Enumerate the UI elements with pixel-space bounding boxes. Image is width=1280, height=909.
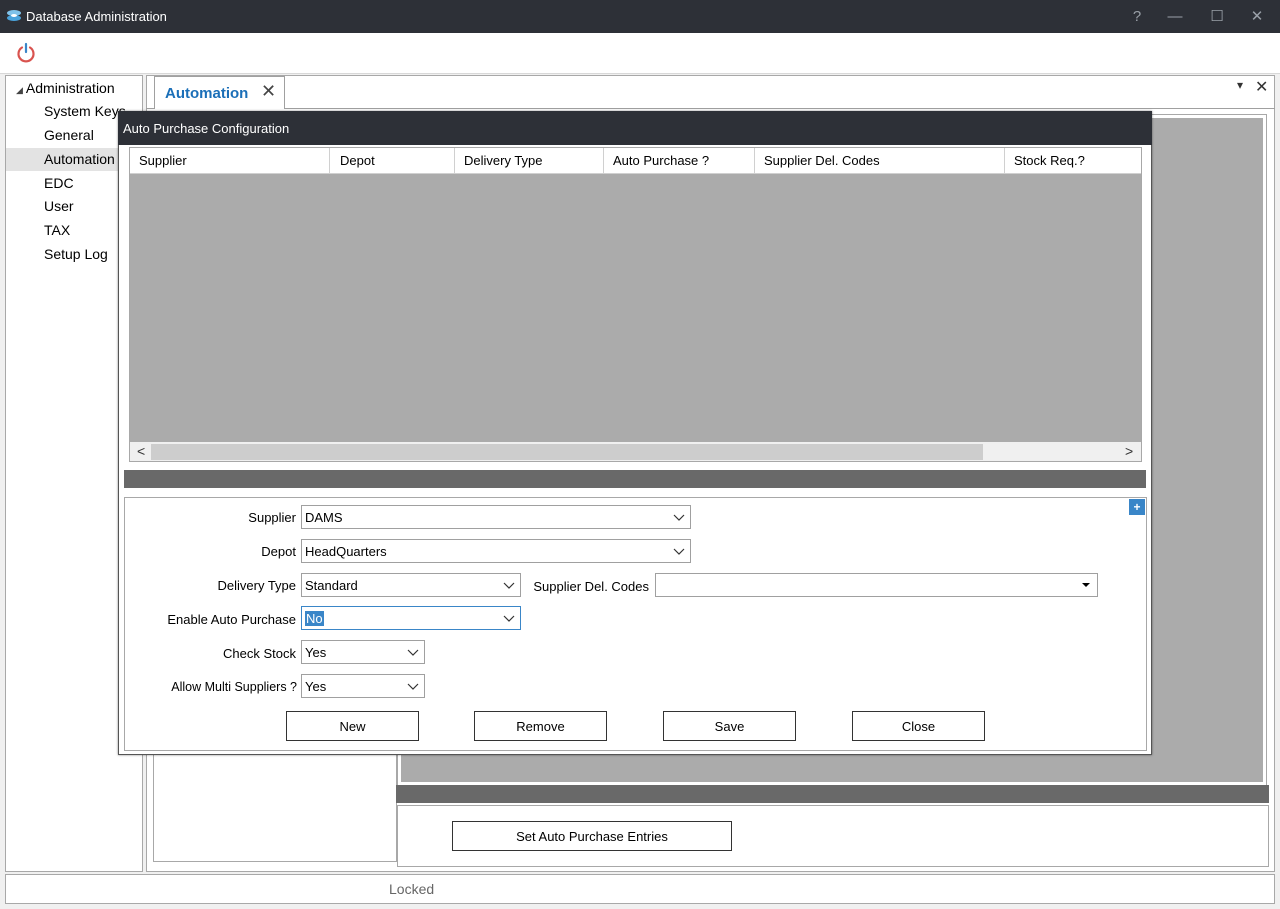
grid-horizontal-scrollbar[interactable]: < > [130,442,1141,461]
dropdown-arrow-icon [1082,583,1090,587]
enable-auto-purchase-label: Enable Auto Purchase [167,612,296,627]
help-button[interactable]: ? [1122,6,1152,28]
tree-root-label: Administration [25,80,115,96]
status-text: Locked [389,881,435,897]
tree-root[interactable]: ◢ Administration [16,80,115,96]
close-dialog-button[interactable]: Close [852,711,985,741]
chevron-down-icon [503,615,515,622]
column-supplier[interactable]: Supplier [130,148,330,174]
depot-value: HeadQuarters [305,544,387,559]
supplier-value: DAMS [305,510,343,525]
delivery-type-label: Delivery Type [217,578,296,593]
check-stock-label: Check Stock [223,646,296,661]
allow-multi-suppliers-label: Allow Multi Suppliers ? [171,680,297,694]
tab-label: Automation [165,85,249,102]
remove-button[interactable]: Remove [474,711,607,741]
tab-strip-divider [146,108,1275,109]
power-icon[interactable] [15,42,37,64]
scroll-right-icon[interactable]: > [1125,443,1133,459]
delivery-type-select[interactable]: Standard [301,573,521,597]
panel-close-icon[interactable]: ✕ [1255,77,1268,97]
collapse-icon[interactable]: ◢ [16,85,23,95]
set-auto-purchase-button[interactable]: Set Auto Purchase Entries [452,821,732,851]
chevron-down-icon [407,649,419,656]
column-supplier-del-codes[interactable]: Supplier Del. Codes [755,148,1005,174]
title-bar: Database Administration ? — ☐ ✕ [0,0,1280,33]
allow-multi-suppliers-value: Yes [305,679,327,694]
column-auto-purchase[interactable]: Auto Purchase ? [604,148,755,174]
expand-button[interactable]: + [1129,499,1145,515]
auto-purchase-grid[interactable]: Supplier Depot Delivery Type Auto Purcha… [129,147,1142,462]
maximize-button[interactable]: ☐ [1202,6,1232,28]
depot-select[interactable]: HeadQuarters [301,539,691,563]
save-button[interactable]: Save [663,711,796,741]
panel-dropdown-icon[interactable]: ▾ [1237,78,1243,92]
dialog-title-bar: Auto Purchase Configuration [118,111,1152,145]
supplier-label: Supplier [248,510,296,525]
scroll-left-icon[interactable]: < [137,443,145,459]
minimize-button[interactable]: — [1160,6,1190,28]
enable-auto-purchase-value: No [305,611,324,626]
depot-label: Depot [261,544,296,559]
check-stock-value: Yes [305,645,327,660]
splitter-bar[interactable] [396,785,1269,803]
chevron-down-icon [503,582,515,589]
grid-header: Supplier Depot Delivery Type Auto Purcha… [130,148,1141,174]
chevron-down-icon [407,683,419,690]
supplier-select[interactable]: DAMS [301,505,691,529]
allow-multi-suppliers-select[interactable]: Yes [301,674,425,698]
column-depot[interactable]: Depot [330,148,455,174]
dialog-title: Auto Purchase Configuration [123,121,290,136]
dialog-splitter-bar[interactable] [124,470,1146,488]
app-icon [7,10,21,21]
new-button[interactable]: New [286,711,419,741]
column-stock-req[interactable]: Stock Req.? [1005,148,1141,174]
close-button[interactable]: ✕ [1242,6,1272,28]
chevron-down-icon [673,514,685,521]
scrollbar-thumb[interactable] [151,444,983,460]
column-delivery-type[interactable]: Delivery Type [455,148,604,174]
check-stock-select[interactable]: Yes [301,640,425,664]
toolbar [0,33,1280,74]
supplier-del-codes-label: Supplier Del. Codes [533,579,649,594]
tab-automation[interactable]: Automation ✕ [154,76,285,109]
enable-auto-purchase-select[interactable]: No [301,606,521,630]
status-bar [5,874,1275,904]
tab-close-icon[interactable]: ✕ [261,81,276,102]
delivery-type-value: Standard [305,578,358,593]
chevron-down-icon [673,548,685,555]
window-title: Database Administration [26,9,167,24]
supplier-del-codes-select[interactable] [655,573,1098,597]
